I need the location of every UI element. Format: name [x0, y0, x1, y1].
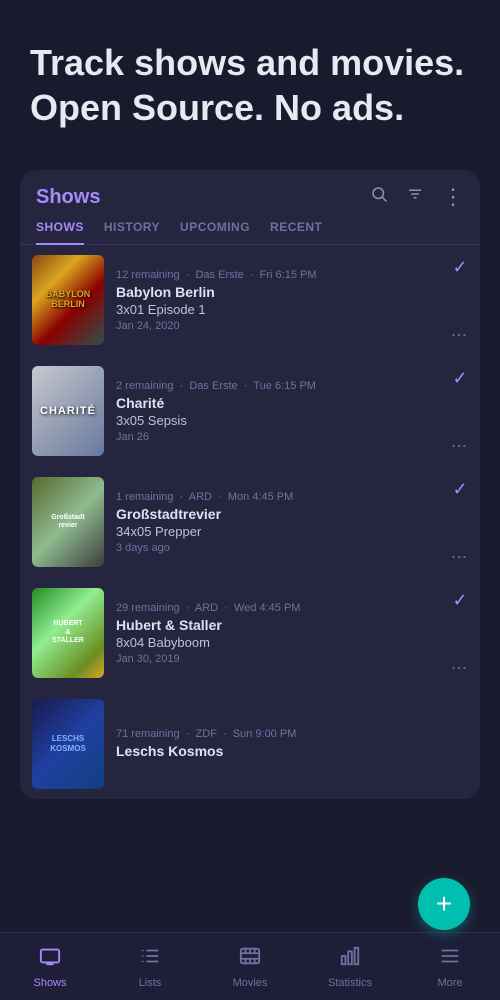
hero-section: Track shows and movies. Open Source. No …	[0, 0, 500, 160]
show-poster-grossstadt: Großstadtrevier	[32, 477, 104, 567]
list-item: CHARITÉ 2 remaining · Das Erste · Tue 6:…	[20, 356, 480, 467]
poster-label-leschs: LESCHSKOSMOS	[48, 732, 88, 757]
show-info-grossstadt: 1 remaining · ARD · Mon 4:45 PM Großstad…	[104, 477, 452, 567]
tabs-bar: SHOWS HISTORY UPCOMING RECENT	[20, 210, 480, 245]
show-info-hubert: 29 remaining · ARD · Wed 4:45 PM Hubert …	[104, 588, 452, 678]
nav-item-movies[interactable]: Movies	[220, 945, 280, 989]
header-icons: ⋮	[370, 184, 464, 210]
card-title: Shows	[36, 186, 100, 209]
more-options-icon[interactable]: ⋮	[452, 437, 468, 454]
show-name: Leschs Kosmos	[116, 743, 443, 759]
poster-label-grossstadt: Großstadtrevier	[49, 512, 86, 533]
show-name: Babylon Berlin	[116, 284, 442, 300]
tv-icon	[39, 945, 61, 973]
show-meta: 29 remaining · ARD · Wed 4:45 PM	[116, 602, 442, 614]
show-episode: 3x01 Episode 1	[116, 302, 442, 317]
main-card: Shows ⋮ SHOWS HISTORY UPCOMING RECENT	[20, 170, 480, 799]
list-item: BABYLONBERLIN 12 remaining · Das Erste ·…	[20, 245, 480, 356]
show-date: Jan 24, 2020	[116, 320, 442, 332]
show-date: 3 days ago	[116, 542, 442, 554]
nav-label-lists: Lists	[139, 977, 162, 989]
list-item: HUBERT&STALLER 29 remaining · ARD · Wed …	[20, 578, 480, 689]
nav-label-movies: Movies	[233, 977, 268, 989]
movies-icon	[239, 945, 261, 973]
show-poster-charite: CHARITÉ	[32, 366, 104, 456]
show-name: Großstadtrevier	[116, 506, 442, 522]
show-meta: 12 remaining · Das Erste · Fri 6:15 PM	[116, 269, 442, 281]
more-options-icon[interactable]: ⋮	[452, 548, 468, 565]
statistics-icon	[339, 945, 361, 973]
tab-history[interactable]: HISTORY	[104, 220, 160, 244]
nav-label-shows: Shows	[33, 977, 66, 989]
show-info-charite: 2 remaining · Das Erste · Tue 6:15 PM Ch…	[104, 366, 452, 456]
filter-icon[interactable]	[406, 185, 424, 209]
show-actions: ✓ ⋮	[452, 366, 468, 456]
nav-label-statistics: Statistics	[328, 977, 372, 989]
check-icon[interactable]: ✓	[452, 479, 467, 500]
bottom-navigation: Shows Lists	[0, 932, 500, 1000]
more-options-icon[interactable]: ⋮	[452, 326, 468, 343]
poster-label-charite: CHARITÉ	[40, 405, 96, 417]
nav-item-statistics[interactable]: Statistics	[320, 945, 380, 989]
nav-label-more: More	[437, 977, 462, 989]
list-item: LESCHSKOSMOS 71 remaining · ZDF · Sun 9:…	[20, 689, 480, 799]
show-meta: 71 remaining · ZDF · Sun 9:00 PM	[116, 728, 443, 740]
check-icon[interactable]: ✓	[452, 257, 467, 278]
show-actions: ✓	[453, 699, 468, 789]
show-poster-leschs: LESCHSKOSMOS	[32, 699, 104, 789]
more-icon	[439, 945, 461, 973]
tab-upcoming[interactable]: UPCOMING	[180, 220, 250, 244]
show-name: Charité	[116, 395, 442, 411]
add-fab-button[interactable]: +	[418, 878, 470, 930]
check-icon[interactable]: ✓	[452, 368, 467, 389]
plus-icon: +	[436, 888, 452, 920]
show-info-leschs: 71 remaining · ZDF · Sun 9:00 PM Leschs …	[104, 699, 453, 789]
show-episode: 8x04 Babyboom	[116, 635, 442, 650]
tab-recent[interactable]: RECENT	[270, 220, 322, 244]
overflow-menu-icon[interactable]: ⋮	[442, 184, 464, 210]
lists-icon	[139, 945, 161, 973]
show-list: BABYLONBERLIN 12 remaining · Das Erste ·…	[20, 245, 480, 799]
show-actions: ✓ ⋮	[452, 477, 468, 567]
poster-label-hubert: HUBERT&STALLER	[50, 618, 86, 647]
show-episode: 3x05 Sepsis	[116, 413, 442, 428]
hero-title: Track shows and movies. Open Source. No …	[30, 40, 470, 130]
list-item: Großstadtrevier 1 remaining · ARD · Mon …	[20, 467, 480, 578]
poster-label-babylon: BABYLONBERLIN	[44, 288, 93, 312]
tab-shows[interactable]: SHOWS	[36, 220, 84, 244]
show-date: Jan 30, 2019	[116, 653, 442, 665]
show-actions: ✓ ⋮	[452, 588, 468, 678]
nav-item-lists[interactable]: Lists	[120, 945, 180, 989]
more-options-icon[interactable]: ⋮	[452, 659, 468, 676]
show-meta: 2 remaining · Das Erste · Tue 6:15 PM	[116, 380, 442, 392]
nav-item-shows[interactable]: Shows	[20, 945, 80, 989]
show-info-babylon: 12 remaining · Das Erste · Fri 6:15 PM B…	[104, 255, 452, 345]
show-actions: ✓ ⋮	[452, 255, 468, 345]
show-meta: 1 remaining · ARD · Mon 4:45 PM	[116, 491, 442, 503]
check-icon[interactable]: ✓	[452, 590, 467, 611]
card-header: Shows ⋮	[20, 170, 480, 210]
show-poster-babylon: BABYLONBERLIN	[32, 255, 104, 345]
show-date: Jan 26	[116, 431, 442, 443]
nav-item-more[interactable]: More	[420, 945, 480, 989]
search-icon[interactable]	[370, 185, 388, 209]
show-episode: 34x05 Prepper	[116, 524, 442, 539]
show-name: Hubert & Staller	[116, 617, 442, 633]
show-poster-hubert: HUBERT&STALLER	[32, 588, 104, 678]
